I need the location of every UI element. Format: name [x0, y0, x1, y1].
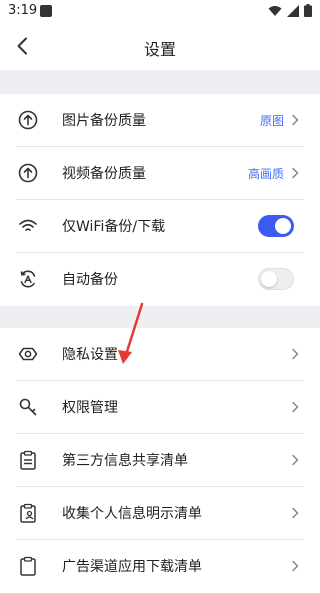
battery-icon: [304, 4, 312, 17]
status-time: 3:19: [8, 3, 38, 18]
page-title: 设置: [143, 40, 176, 59]
settings-row-ad-channel[interactable]: 广告渠道应用下载清单: [0, 540, 320, 593]
app-header: 设置: [0, 24, 320, 70]
settings-row-photo-quality[interactable]: 图片备份质量 原图: [0, 94, 320, 147]
chevron-right-icon: [292, 507, 299, 519]
settings-row-wifi-only: 仅WiFi备份/下载: [0, 200, 320, 253]
signal-icon: [287, 4, 299, 17]
key-icon: [19, 398, 37, 416]
clipboard-person-icon: [20, 503, 36, 523]
wifi-icon: [19, 219, 37, 231]
auto-backup-toggle[interactable]: [258, 268, 294, 290]
row-label: 收集个人信息明示清单: [62, 506, 202, 522]
notification-icon: [40, 5, 52, 17]
chevron-right-icon: [292, 560, 299, 572]
settings-row-personal-info[interactable]: 收集个人信息明示清单: [0, 487, 320, 540]
settings-row-auto-backup: 自动备份: [0, 253, 320, 306]
status-icons: [268, 4, 312, 17]
toggle-knob: [275, 218, 291, 234]
toggle-knob: [261, 271, 277, 287]
row-label: 仅WiFi备份/下载: [62, 219, 166, 235]
settings-row-third-party-share[interactable]: 第三方信息共享清单: [0, 434, 320, 487]
chevron-right-icon: [292, 114, 299, 126]
chevron-right-icon: [292, 348, 299, 360]
status-bar: 3:19: [0, 0, 320, 24]
row-label: 第三方信息共享清单: [62, 453, 188, 469]
section-separator: [0, 70, 320, 94]
clipboard-icon: [20, 556, 36, 576]
chevron-right-icon: [292, 167, 299, 179]
upload-circle-icon: [18, 163, 38, 183]
wifi-only-toggle[interactable]: [258, 215, 294, 237]
row-label: 图片备份质量: [62, 113, 146, 129]
privacy-eye-icon: [18, 347, 38, 361]
upload-circle-icon: [18, 110, 38, 130]
chevron-right-icon: [292, 454, 299, 466]
row-label: 权限管理: [62, 400, 118, 416]
row-value: 高画质: [247, 167, 284, 181]
wifi-status-icon: [268, 5, 282, 16]
section-separator: [0, 306, 320, 328]
row-label: 自动备份: [62, 272, 118, 288]
settings-row-privacy[interactable]: 隐私设置: [0, 328, 320, 381]
settings-row-video-quality[interactable]: 视频备份质量 高画质: [0, 147, 320, 200]
row-label: 隐私设置: [62, 347, 118, 363]
row-value: 原图: [259, 114, 284, 128]
auto-backup-icon: [20, 270, 36, 288]
clipboard-list-icon: [20, 450, 36, 470]
row-label: 广告渠道应用下载清单: [62, 559, 202, 575]
chevron-right-icon: [292, 401, 299, 413]
row-label: 视频备份质量: [62, 166, 146, 182]
settings-row-permissions[interactable]: 权限管理: [0, 381, 320, 434]
